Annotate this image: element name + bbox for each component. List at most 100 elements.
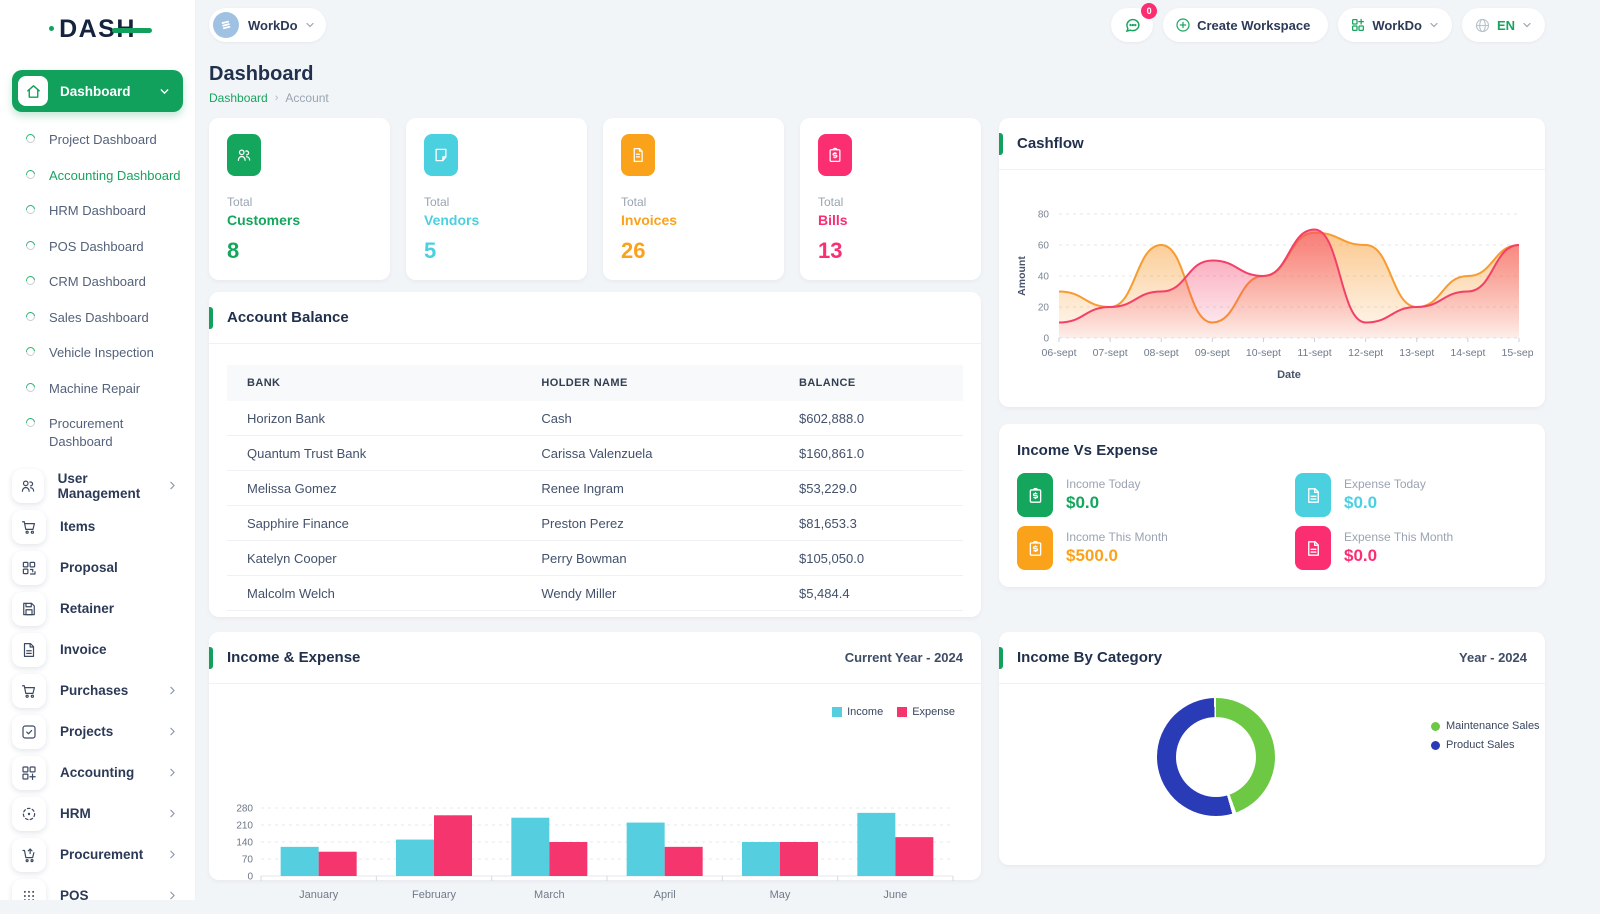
sidebar-subitem-label: Machine Repair — [49, 380, 140, 398]
workspace-switcher[interactable]: WorkDo — [209, 8, 326, 42]
sidebar-item-proposal[interactable]: Proposal — [0, 547, 195, 588]
income-by-category-title: Income By Category — [1017, 649, 1162, 666]
sidebar-item-accounting[interactable]: Accounting — [0, 752, 195, 793]
table-row[interactable]: Sapphire FinancePreston Perez$81,653.3 — [227, 506, 963, 541]
sidebar-item-user-management[interactable]: User Management — [0, 465, 195, 506]
sidebar-subitem-accounting-dashboard[interactable]: Accounting Dashboard — [0, 158, 195, 194]
chevron-right-icon — [166, 848, 179, 861]
sidebar-item-items[interactable]: Items — [0, 506, 195, 547]
page-title: Dashboard — [209, 63, 1545, 86]
bullet-circle-icon — [24, 274, 37, 287]
svg-text:March: March — [534, 889, 565, 901]
sidebar-subitem-procurement-dashboard[interactable]: Procurement Dashboard — [0, 406, 195, 459]
stat-value: 5 — [424, 238, 569, 264]
legend-swatch — [832, 707, 842, 717]
legend-item-income[interactable]: Income — [832, 706, 883, 718]
legend-label: Expense — [912, 706, 955, 718]
home-icon — [18, 76, 48, 106]
stat-label: Customers — [227, 212, 372, 228]
legend-item-product-sales[interactable]: Product Sales — [1431, 739, 1540, 751]
table-cell: Cash — [521, 401, 779, 436]
breadcrumb-dashboard[interactable]: Dashboard — [209, 91, 268, 105]
income-by-category-card: Income By Category Year - 2024 Maintenan… — [999, 632, 1545, 865]
bar-chart-legend: Income Expense — [832, 706, 955, 718]
svg-text:40: 40 — [1038, 272, 1050, 283]
bill-icon — [818, 134, 852, 176]
sidebar-subitem-crm-dashboard[interactable]: CRM Dashboard — [0, 264, 195, 300]
file-icon — [1295, 473, 1331, 517]
income-by-category-donut-chart[interactable] — [1157, 698, 1275, 816]
bill-icon — [1017, 526, 1053, 570]
svg-text:Date: Date — [1277, 369, 1301, 381]
sidebar-item-invoice[interactable]: Invoice — [0, 629, 195, 670]
chevron-right-icon — [166, 766, 179, 779]
legend-item-expense[interactable]: Expense — [897, 706, 955, 718]
svg-text:20: 20 — [1038, 303, 1050, 314]
grid-dots-icon — [12, 879, 46, 900]
svg-text:210: 210 — [236, 821, 253, 832]
topbar: WorkDo 0 Create Workspace — [209, 0, 1545, 50]
sidebar-subitem-machine-repair[interactable]: Machine Repair — [0, 371, 195, 407]
table-row[interactable]: Malcolm WelchWendy Miller$5,484.4 — [227, 576, 963, 611]
stat-card-vendors[interactable]: TotalVendors5 — [406, 118, 587, 280]
cart-arrow-icon — [12, 838, 46, 872]
sidebar-subitem-vehicle-inspection[interactable]: Vehicle Inspection — [0, 335, 195, 371]
create-workspace-button[interactable]: Create Workspace — [1163, 8, 1328, 42]
table-cell: Renee Ingram — [521, 471, 779, 506]
table-row[interactable]: Quantum Trust BankCarissa Valenzuela$160… — [227, 436, 963, 471]
chevron-down-icon — [304, 19, 316, 31]
income-bar — [511, 818, 549, 876]
table-cell: $602,888.0 — [779, 401, 963, 436]
svg-text:15-sept: 15-sept — [1501, 347, 1533, 359]
table-row[interactable]: Horizon BankCash$602,888.0 — [227, 401, 963, 436]
income-vs-expense-title: Income Vs Expense — [999, 424, 1545, 459]
legend-swatch — [897, 707, 907, 717]
table-cell: Preston Perez — [521, 506, 779, 541]
sidebar-item-projects[interactable]: Projects — [0, 711, 195, 752]
sidebar-item-label: User Management — [58, 471, 166, 501]
sidebar-item-label: Procurement — [60, 847, 143, 862]
app-logo[interactable]: DASH — [0, 0, 195, 58]
legend-label: Income — [847, 706, 883, 718]
stat-card-customers[interactable]: TotalCustomers8 — [209, 118, 390, 280]
sidebar-item-label: HRM — [60, 806, 91, 821]
svg-text:08-sept: 08-sept — [1144, 347, 1179, 359]
bullet-circle-icon — [24, 310, 37, 323]
cashflow-area-chart[interactable]: 02040608006-sept07-sept08-sept09-sept10-… — [1013, 198, 1545, 410]
messages-button[interactable]: 0 — [1111, 8, 1153, 42]
language-selector[interactable]: EN — [1462, 8, 1545, 42]
sidebar: DASH Dashboard Project DashboardAccounti… — [0, 0, 196, 900]
notification-badge: 0 — [1141, 3, 1157, 19]
expense-bar — [780, 842, 818, 876]
income-expense-card: Income & Expense Current Year - 2024 Inc… — [209, 632, 981, 880]
legend-item-maintenance-sales[interactable]: Maintenance Sales — [1431, 720, 1540, 732]
sidebar-item-dashboard[interactable]: Dashboard — [12, 70, 183, 112]
chat-icon — [1123, 16, 1142, 35]
stat-value: 8 — [227, 238, 372, 264]
sidebar-item-retainer[interactable]: Retainer — [0, 588, 195, 629]
table-row[interactable]: Katelyn CooperPerry Bowman$105,050.0 — [227, 541, 963, 576]
income-bar — [627, 823, 665, 876]
sidebar-item-pos[interactable]: POS — [0, 875, 195, 900]
users-icon — [12, 469, 44, 503]
ive-value: $0.0 — [1344, 493, 1426, 513]
svg-text:0: 0 — [247, 872, 253, 883]
sidebar-subitem-pos-dashboard[interactable]: POS Dashboard — [0, 229, 195, 265]
sidebar-item-procurement[interactable]: Procurement — [0, 834, 195, 875]
stat-card-invoices[interactable]: TotalInvoices26 — [603, 118, 784, 280]
sidebar-subitem-project-dashboard[interactable]: Project Dashboard — [0, 122, 195, 158]
sidebar-item-hrm[interactable]: HRM — [0, 793, 195, 834]
ive-value: $0.0 — [1066, 493, 1141, 513]
workdo-menu-button[interactable]: WorkDo — [1338, 8, 1452, 42]
sidebar-subitem-hrm-dashboard[interactable]: HRM Dashboard — [0, 193, 195, 229]
sidebar-item-purchases[interactable]: Purchases — [0, 670, 195, 711]
ive-item-income-this-month: Income This Month$500.0 — [1017, 526, 1295, 570]
stat-prefix: Total — [621, 195, 766, 209]
table-row[interactable]: Melissa GomezRenee Ingram$53,229.0 — [227, 471, 963, 506]
grid-plus-icon — [1350, 17, 1366, 33]
income-expense-bar-chart[interactable]: 070140210280JanuaryFebruaryMarchAprilMay… — [221, 736, 969, 914]
sidebar-item-label: Purchases — [60, 683, 128, 698]
svg-text:April: April — [654, 889, 676, 901]
sidebar-subitem-sales-dashboard[interactable]: Sales Dashboard — [0, 300, 195, 336]
stat-card-bills[interactable]: TotalBills13 — [800, 118, 981, 280]
